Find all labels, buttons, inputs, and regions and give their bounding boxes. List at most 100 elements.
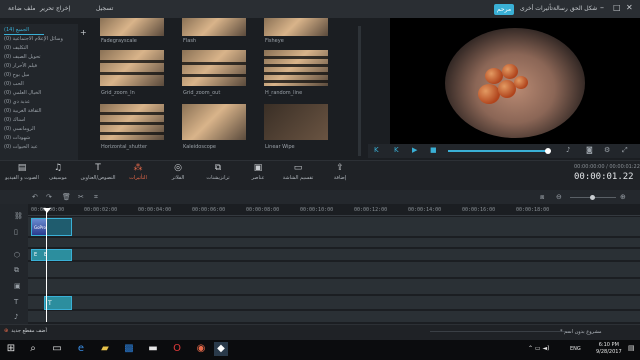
folder-icon[interactable]: ▰	[98, 342, 112, 356]
edge-icon[interactable]: e	[74, 342, 88, 356]
audio-track[interactable]	[28, 311, 640, 323]
task-view-icon[interactable]: ▭	[50, 342, 64, 356]
menu-shape[interactable]: شكل الحق	[570, 5, 597, 12]
redo-icon[interactable]: ↷	[46, 193, 52, 201]
cut-icon[interactable]: ✂	[78, 193, 84, 201]
fullscreen-icon[interactable]: ⤢	[622, 146, 628, 155]
play-button[interactable]: ▶	[412, 146, 417, 154]
effect-thumbnail[interactable]	[100, 18, 164, 36]
undo-icon[interactable]: ↶	[32, 193, 38, 201]
effect-track-icon[interactable]: ⬡	[14, 251, 20, 259]
effect-thumbnail[interactable]	[264, 18, 328, 36]
start-icon[interactable]: ⊞	[4, 342, 18, 356]
volume-icon[interactable]: ♪	[566, 146, 570, 154]
track[interactable]	[28, 262, 640, 278]
menu-record[interactable]: تسجيل	[96, 5, 113, 12]
text-track-icon[interactable]: T	[14, 298, 18, 306]
menu-edit[interactable]: تحرير	[40, 5, 54, 12]
effect-clip[interactable]: EE	[31, 249, 72, 261]
add-plus-icon[interactable]: +	[80, 28, 87, 37]
category-item[interactable]: (0) الرومانسي	[4, 126, 35, 132]
video-track-icon[interactable]: ▯	[14, 228, 18, 236]
tool-filters[interactable]: ◎ الفلاتر	[156, 163, 200, 181]
tool-elements[interactable]: ▣ عناصر	[236, 163, 280, 181]
prev-frame-button[interactable]: K	[374, 146, 379, 154]
category-item[interactable]: (0) وسائل الإعلام الاجتماعية	[4, 36, 63, 42]
tool-export[interactable]: ⇪ إضافة	[318, 163, 362, 181]
maximize-button[interactable]: □	[613, 3, 621, 12]
category-item[interactable]: (0) عذبة دي	[4, 99, 30, 105]
effect-thumbnail[interactable]	[264, 50, 328, 86]
video-track[interactable]	[28, 217, 640, 237]
language-indicator[interactable]: ENG	[570, 346, 581, 352]
app-icon[interactable]: ◉	[194, 342, 208, 356]
effect-thumbnail[interactable]	[100, 104, 164, 140]
tool-titles[interactable]: T النصوص/العناوين	[76, 163, 120, 181]
category-item[interactable]: (0) الثقافة الغربية	[4, 108, 41, 114]
category-item[interactable]: (0) اسناك	[4, 117, 25, 123]
category-item[interactable]: الجميع (14)	[4, 27, 29, 33]
category-item[interactable]: (0) شهودات	[4, 135, 30, 141]
snap-icon[interactable]: ⧈	[540, 193, 544, 202]
snapshot-icon[interactable]: ◙	[586, 146, 593, 154]
tray-icons[interactable]: ⌃ ▭ ◄)	[528, 345, 549, 352]
export-button[interactable]: مرحم	[494, 4, 514, 15]
track[interactable]	[28, 279, 640, 295]
element-track-icon[interactable]: ▣	[14, 282, 21, 290]
menu-help[interactable]: ضاعة	[8, 5, 22, 12]
category-item[interactable]: (0) ميل بوح	[4, 72, 29, 78]
category-item[interactable]: (0) الخيال العلمي	[4, 90, 41, 96]
playhead-handle[interactable]	[43, 208, 51, 213]
video-clip[interactable]: GoPro	[31, 218, 72, 236]
clock[interactable]: 6:10 PM 9/28/2017	[596, 342, 622, 356]
text-clip[interactable]: T	[44, 296, 72, 310]
menu-export[interactable]: إخراج	[56, 5, 70, 12]
add-track-button[interactable]: ⊕ أضف مقطع جديد	[4, 328, 47, 334]
menu-more-effects[interactable]: تأثيرات أخرى	[520, 5, 553, 12]
zoom-out-icon[interactable]: ⊖	[556, 193, 562, 201]
effects-scrollbar[interactable]	[358, 26, 361, 156]
menu-message[interactable]: رسالة	[553, 5, 568, 12]
filmora-icon[interactable]: ◆	[214, 342, 228, 356]
stop-button[interactable]: ■	[430, 146, 437, 154]
zoom-knob[interactable]	[590, 195, 595, 200]
effect-thumbnail[interactable]	[100, 50, 164, 86]
progress-knob[interactable]	[545, 148, 551, 154]
tool-effects[interactable]: ⁂ التأثيرات	[116, 163, 160, 181]
playhead[interactable]	[46, 210, 47, 322]
text-track[interactable]	[28, 296, 640, 310]
menu-file[interactable]: ملف	[24, 5, 35, 12]
track[interactable]	[28, 238, 640, 248]
app-icon[interactable]: ▬	[146, 342, 160, 356]
timeline-scrollbar[interactable]	[430, 331, 570, 332]
audio-track-icon[interactable]: ♪	[14, 313, 18, 321]
effect-thumbnail[interactable]	[182, 104, 246, 140]
overlay-track-icon[interactable]: ⧉	[14, 266, 19, 275]
category-item[interactable]: (0) تحويل الصيف	[4, 54, 41, 60]
category-item[interactable]: (0) فيلم الأحرار	[4, 63, 37, 69]
notification-icon[interactable]: ▤	[628, 344, 635, 352]
tool-split-screen[interactable]: ▭ تقسيم الشاشة	[276, 163, 320, 181]
crop-icon[interactable]: ⌗	[94, 193, 98, 202]
tool-media[interactable]: ▤ الصوت و الفيديو	[0, 163, 44, 181]
tool-transitions[interactable]: ⧉ ترانزيشنات	[196, 163, 240, 181]
effect-thumbnail[interactable]	[264, 104, 328, 140]
zoom-in-icon[interactable]: ⊕	[620, 193, 626, 201]
premiere-icon[interactable]: ▩	[122, 342, 136, 356]
rewind-button[interactable]: K	[394, 146, 399, 154]
category-item[interactable]: (0) عيد الحيوات	[4, 144, 38, 150]
delete-icon[interactable]: 🗑	[62, 193, 71, 201]
effect-track[interactable]	[28, 249, 640, 261]
track-link-icon[interactable]: ⛓	[14, 212, 23, 220]
category-item[interactable]: (0) الحب	[4, 81, 24, 87]
ruler-tick: 00:00:14:00	[408, 207, 442, 213]
search-icon[interactable]: ⌕	[26, 342, 40, 356]
opera-icon[interactable]: O	[170, 342, 184, 356]
minimize-button[interactable]: –	[600, 3, 604, 12]
settings-icon[interactable]: ⚙	[604, 146, 610, 154]
effect-thumbnail[interactable]	[182, 50, 246, 86]
category-item[interactable]: (0) التكليف	[4, 45, 28, 51]
close-button[interactable]: ✕	[626, 3, 633, 12]
progress-bar[interactable]	[448, 150, 548, 152]
effect-thumbnail[interactable]	[182, 18, 246, 36]
